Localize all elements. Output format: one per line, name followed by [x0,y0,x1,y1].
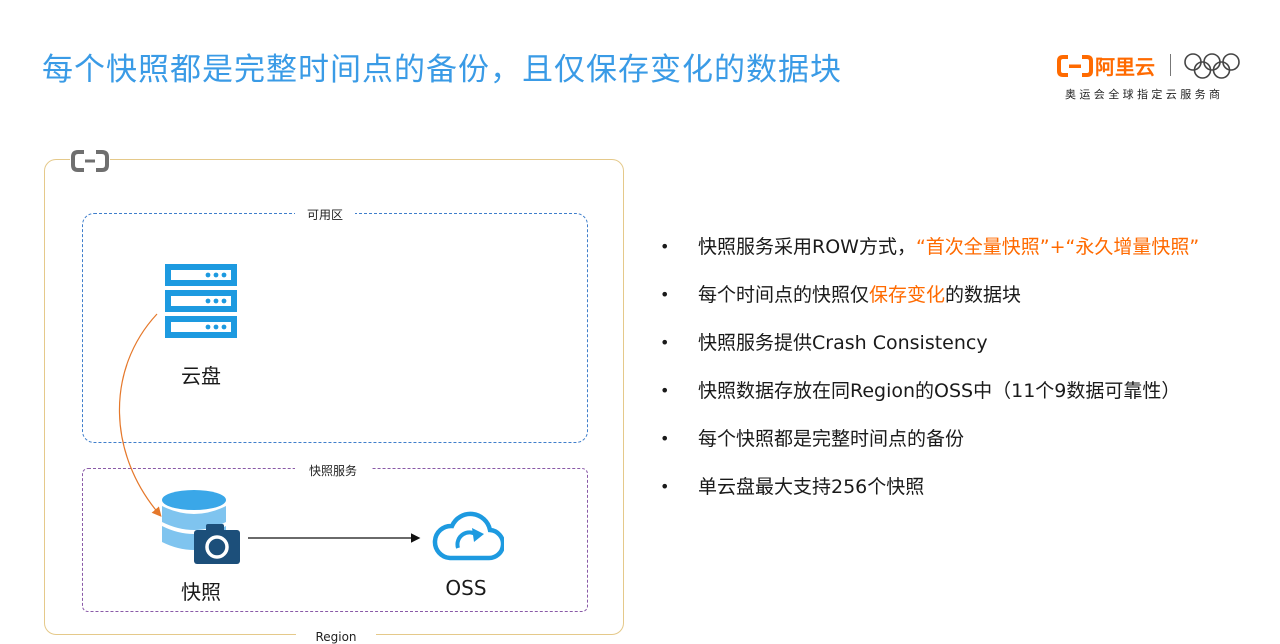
cloud-disk-label: 云盘 [181,364,221,388]
aliyun-logo-icon [70,149,110,173]
cloud-upload-icon [432,511,504,561]
feature-bullet-list: • 快照服务采用ROW方式，“首次全量快照”+“永久增量快照” • 每个时间点的快照仅… [660,234,1220,500]
bullet-item: • 快照服务提供Crash Consistency [660,330,1220,356]
server-stack-icon [165,264,237,338]
aliyun-logo-icon [1057,55,1093,77]
bullet-highlight: 保存变化 [869,284,946,306]
bullet-text: 每个快照都是完整时间点的备份 [698,428,965,450]
snapshot-service-container [82,468,588,612]
bullet-text: 快照服务提供Crash Consistency [698,332,988,354]
olympic-rings-icon [1184,53,1240,79]
snapshot-label: 快照 [181,580,221,604]
bullet-item: • 单云盘最大支持256个快照 [660,474,1220,500]
database-camera-icon [162,490,240,564]
bullet-dot: • [660,333,670,352]
bullet-item: • 每个时间点的快照仅保存变化的数据块 [660,282,1220,308]
region-label: Region [296,630,376,644]
bullet-text: 每个时间点的快照仅 [698,284,870,306]
bullet-dot: • [660,477,670,496]
logo-text: 阿里云 [1095,55,1155,79]
logo-subtitle: 奥运会全球指定云服务商 [1065,88,1224,101]
bullet-item: • 快照服务采用ROW方式，“首次全量快照”+“永久增量快照” [660,234,1220,260]
bullet-item: • 每个快照都是完整时间点的备份 [660,426,1220,452]
bullet-text: 单云盘最大支持256个快照 [698,476,925,498]
snapshot-service-label: 快照服务 [295,462,371,479]
bullet-text: 的数据块 [945,284,1022,306]
bullet-text: 快照服务采用ROW方式， [698,236,916,258]
oss-label: OSS [445,576,487,600]
bullet-text: 快照数据存放在同Region的OSS中（11个9数据可靠性） [698,380,1181,402]
availability-zone-label: 可用区 [295,206,355,223]
bullet-dot: • [660,285,670,304]
availability-zone-container [82,213,588,443]
aliyun-logo: 阿里云 奥运会全球指定云服务商 [1055,50,1245,106]
bullet-dot: • [660,381,670,400]
bullet-item: • 快照数据存放在同Region的OSS中（11个9数据可靠性） [660,378,1220,404]
logo-divider [1170,54,1171,76]
bullet-dot: • [660,429,670,448]
bullet-dot: • [660,237,670,256]
page-title: 每个快照都是完整时间点的备份，且仅保存变化的数据块 [42,52,842,88]
bullet-highlight: “首次全量快照”+“永久增量快照” [915,236,1200,258]
